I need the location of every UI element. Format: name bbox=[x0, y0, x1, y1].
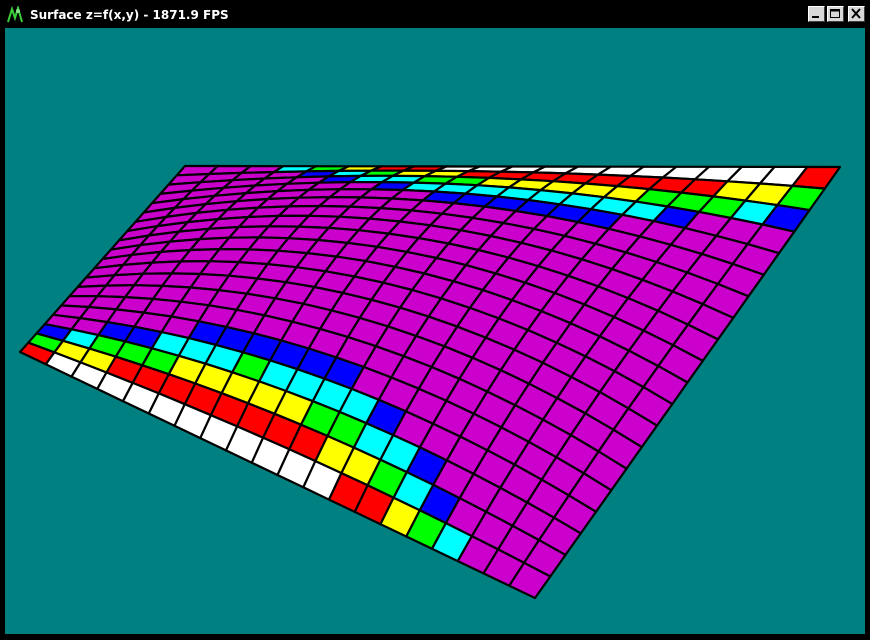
window-title: Surface z=f(x,y) - 1871.9 FPS bbox=[30, 8, 229, 22]
surface-mesh bbox=[18, 164, 842, 600]
close-icon bbox=[851, 8, 861, 19]
app-window: Surface z=f(x,y) - 1871.9 FPS bbox=[0, 0, 870, 640]
opengl-viewport[interactable] bbox=[5, 28, 865, 634]
title-bar[interactable]: Surface z=f(x,y) - 1871.9 FPS bbox=[2, 3, 868, 27]
minimize-button[interactable] bbox=[808, 6, 825, 22]
minimize-icon bbox=[812, 16, 819, 18]
opengl-app-icon bbox=[7, 6, 23, 23]
surface-plot bbox=[18, 164, 842, 600]
maximize-button[interactable] bbox=[827, 6, 844, 22]
maximize-icon bbox=[830, 9, 840, 18]
close-button[interactable] bbox=[848, 6, 865, 22]
